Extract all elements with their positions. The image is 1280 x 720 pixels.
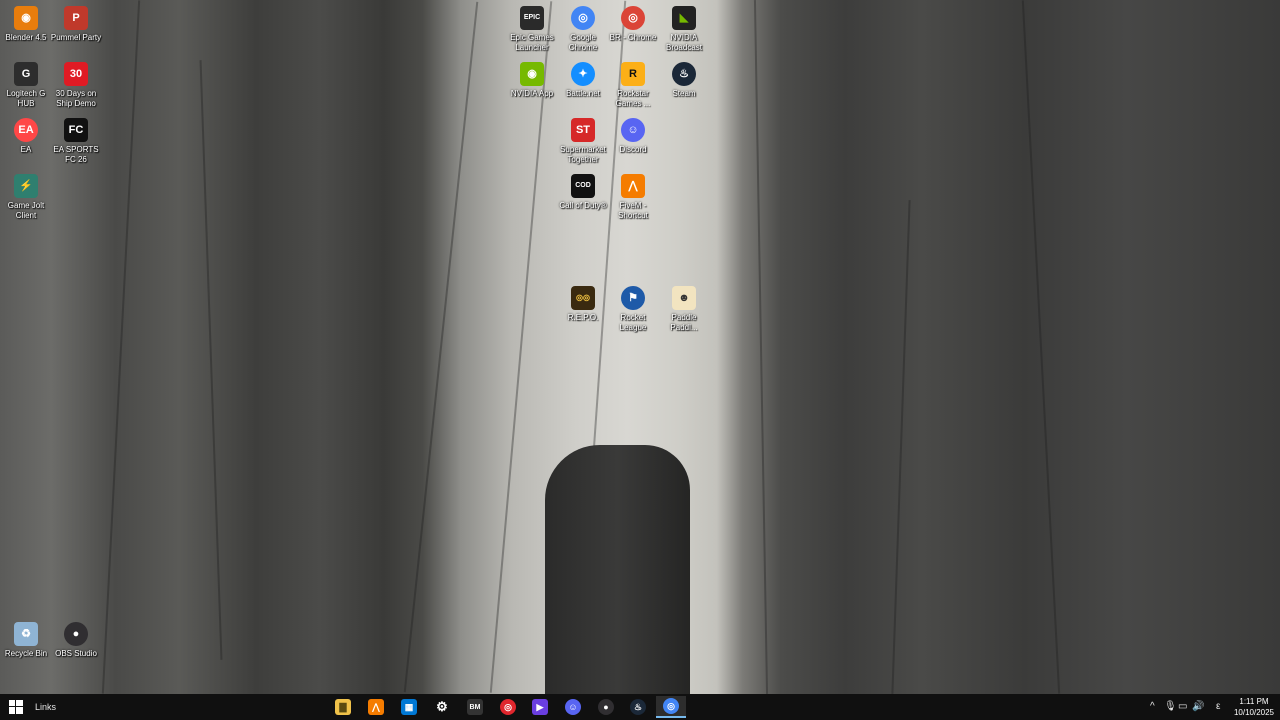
taskbar-file-explorer[interactable]: ▇ (328, 696, 358, 718)
desktop-icon-nvidia-broadcast[interactable]: ◣ NVIDIA Broadcast (658, 4, 710, 53)
repo-icon: ◎◎ (571, 286, 595, 310)
epic-games-icon: EPIC (520, 6, 544, 30)
call-of-duty-icon: COD (571, 174, 595, 198)
battlenet-icon: ✦ (571, 62, 595, 86)
game-jolt-icon: ⚡ (14, 174, 38, 198)
rockstar-icon: R (621, 62, 645, 86)
pummel-party-icon: P (64, 6, 88, 30)
clock-time: 1:11 PM (1239, 697, 1269, 706)
windows-logo-icon (9, 700, 23, 714)
desktop-icon-supermarket-together[interactable]: ST Supermarket Together (557, 116, 609, 165)
microsoft-store-icon: ▦ (401, 699, 417, 715)
system-tray: ^ 🎙 ▭ 🔊 ε 1:11 PM 10/10/2025 (1140, 694, 1280, 720)
ea-icon: EA (14, 118, 38, 142)
nvidia-app-icon: ◉ (520, 62, 544, 86)
obs-studio-icon: ● (64, 622, 88, 646)
gear-settings-icon: ⚙ (434, 699, 450, 715)
dark-rock-block (545, 445, 690, 694)
clock[interactable]: 1:11 PM 10/10/2025 (1234, 696, 1274, 718)
blender-icon: ◉ (14, 6, 38, 30)
start-button[interactable] (0, 694, 32, 720)
taskbar-purple-app[interactable]: ▶ (525, 696, 555, 718)
steam-icon: ♨ (672, 62, 696, 86)
taskbar-fivem[interactable]: ⋀ (361, 696, 391, 718)
red-circle-app-icon: ◎ (500, 699, 516, 715)
taskbar-obs[interactable]: ● (591, 696, 621, 718)
rocket-league-icon: ⚑ (621, 286, 645, 310)
chrome-icon: ◎ (571, 6, 595, 30)
desktop-icon-fivem[interactable]: ⋀ FiveM - Shortcut (607, 172, 659, 221)
taskbar-bm-app[interactable]: BM (460, 696, 490, 718)
clock-date: 10/10/2025 (1233, 708, 1274, 717)
chrome-profile-icon: ◎ (621, 6, 645, 30)
fivem-taskbar-icon: ⋀ (368, 699, 384, 715)
purple-play-icon: ▶ (532, 699, 548, 715)
taskbar-steam[interactable]: ♨ (623, 696, 653, 718)
discord-icon: ☺ (621, 118, 645, 142)
logitech-ghub-icon: G (14, 62, 38, 86)
30-days-on-ship-icon: 30 (64, 62, 88, 86)
taskbar-microsoft-store[interactable]: ▦ (394, 696, 424, 718)
desktop-icon-call-of-duty[interactable]: COD Call of Duty® (557, 172, 609, 211)
fivem-icon: ⋀ (621, 174, 645, 198)
taskbar-chrome[interactable]: ◎ (656, 696, 686, 718)
desktop-icon-recycle-bin[interactable]: ♻ Recycle Bin (0, 620, 52, 659)
chrome-taskbar-icon: ◎ (663, 698, 679, 714)
desktop-icon-paddle[interactable]: ☻ Paddle Paddl... (658, 284, 710, 333)
desktop-icon-nvidia-app[interactable]: ◉ NVIDIA App (506, 60, 558, 99)
show-hidden-icons-chevron-icon[interactable]: ^ (1150, 701, 1155, 712)
steam-taskbar-icon: ♨ (630, 699, 646, 715)
desktop-icon-ea-sports-fc[interactable]: FC EA SPORTS FC 26 (50, 116, 102, 165)
microphone-icon[interactable]: 🎙 (1164, 701, 1177, 712)
nvidia-broadcast-icon: ◣ (672, 6, 696, 30)
paddle-icon: ☻ (672, 286, 696, 310)
desktop-icon-ea[interactable]: EA EA (0, 116, 52, 155)
desktop-icon-battlenet[interactable]: ✦ Battle.net (557, 60, 609, 99)
obs-taskbar-icon: ● (598, 699, 614, 715)
desktop-icon-steam[interactable]: ♨ Steam (658, 60, 710, 99)
desktop-icon-repo[interactable]: ◎◎ R.E.P.O. (557, 284, 609, 323)
bm-app-icon: BM (467, 699, 483, 715)
desktop-icon-epic-games[interactable]: EPIC Epic Games Launcher (506, 4, 558, 53)
desktop-icon-rockstar[interactable]: R Rockstar Games ... (607, 60, 659, 109)
desktop-icon-rocket-league[interactable]: ⚑ Rocket League (607, 284, 659, 333)
language-indicator[interactable]: ε (1216, 701, 1220, 712)
desktop-icon-obs-studio[interactable]: ● OBS Studio (50, 620, 102, 659)
supermarket-together-icon: ST (571, 118, 595, 142)
file-explorer-icon: ▇ (335, 699, 351, 715)
taskbar: Links ▇ ⋀ ▦ ⚙ BM ◎ ▶ ☺ ● ♨ ◎ ^ 🎙 ▭ 🔊 ε 1… (0, 694, 1280, 720)
recycle-bin-icon: ♻ (14, 622, 38, 646)
desktop-icon-30-days-on-ship[interactable]: 30 30 Days on Ship Demo (50, 60, 102, 109)
desktop-icon-logitech-ghub[interactable]: G Logitech G HUB (0, 60, 52, 109)
links-toolbar-label[interactable]: Links (35, 702, 56, 712)
volume-icon[interactable]: 🔊 (1192, 701, 1204, 712)
network-icon[interactable]: ▭ (1178, 701, 1187, 712)
desktop-icon-game-jolt[interactable]: ⚡ Game Jolt Client (0, 172, 52, 221)
taskbar-discord[interactable]: ☺ (558, 696, 588, 718)
desktop-icon-discord[interactable]: ☺ Discord (607, 116, 659, 155)
taskbar-red-app[interactable]: ◎ (493, 696, 523, 718)
discord-taskbar-icon: ☺ (565, 699, 581, 715)
desktop-icon-blender[interactable]: ◉ Blender 4.5 (0, 4, 52, 43)
ea-sports-fc-icon: FC (64, 118, 88, 142)
taskbar-settings-app[interactable]: ⚙ (427, 696, 457, 718)
desktop-icon-br-chrome[interactable]: ◎ BR - Chrome (607, 4, 659, 43)
desktop-icon-google-chrome[interactable]: ◎ Google Chrome (557, 4, 609, 53)
desktop-icon-pummel-party[interactable]: P Pummel Party (50, 4, 102, 43)
